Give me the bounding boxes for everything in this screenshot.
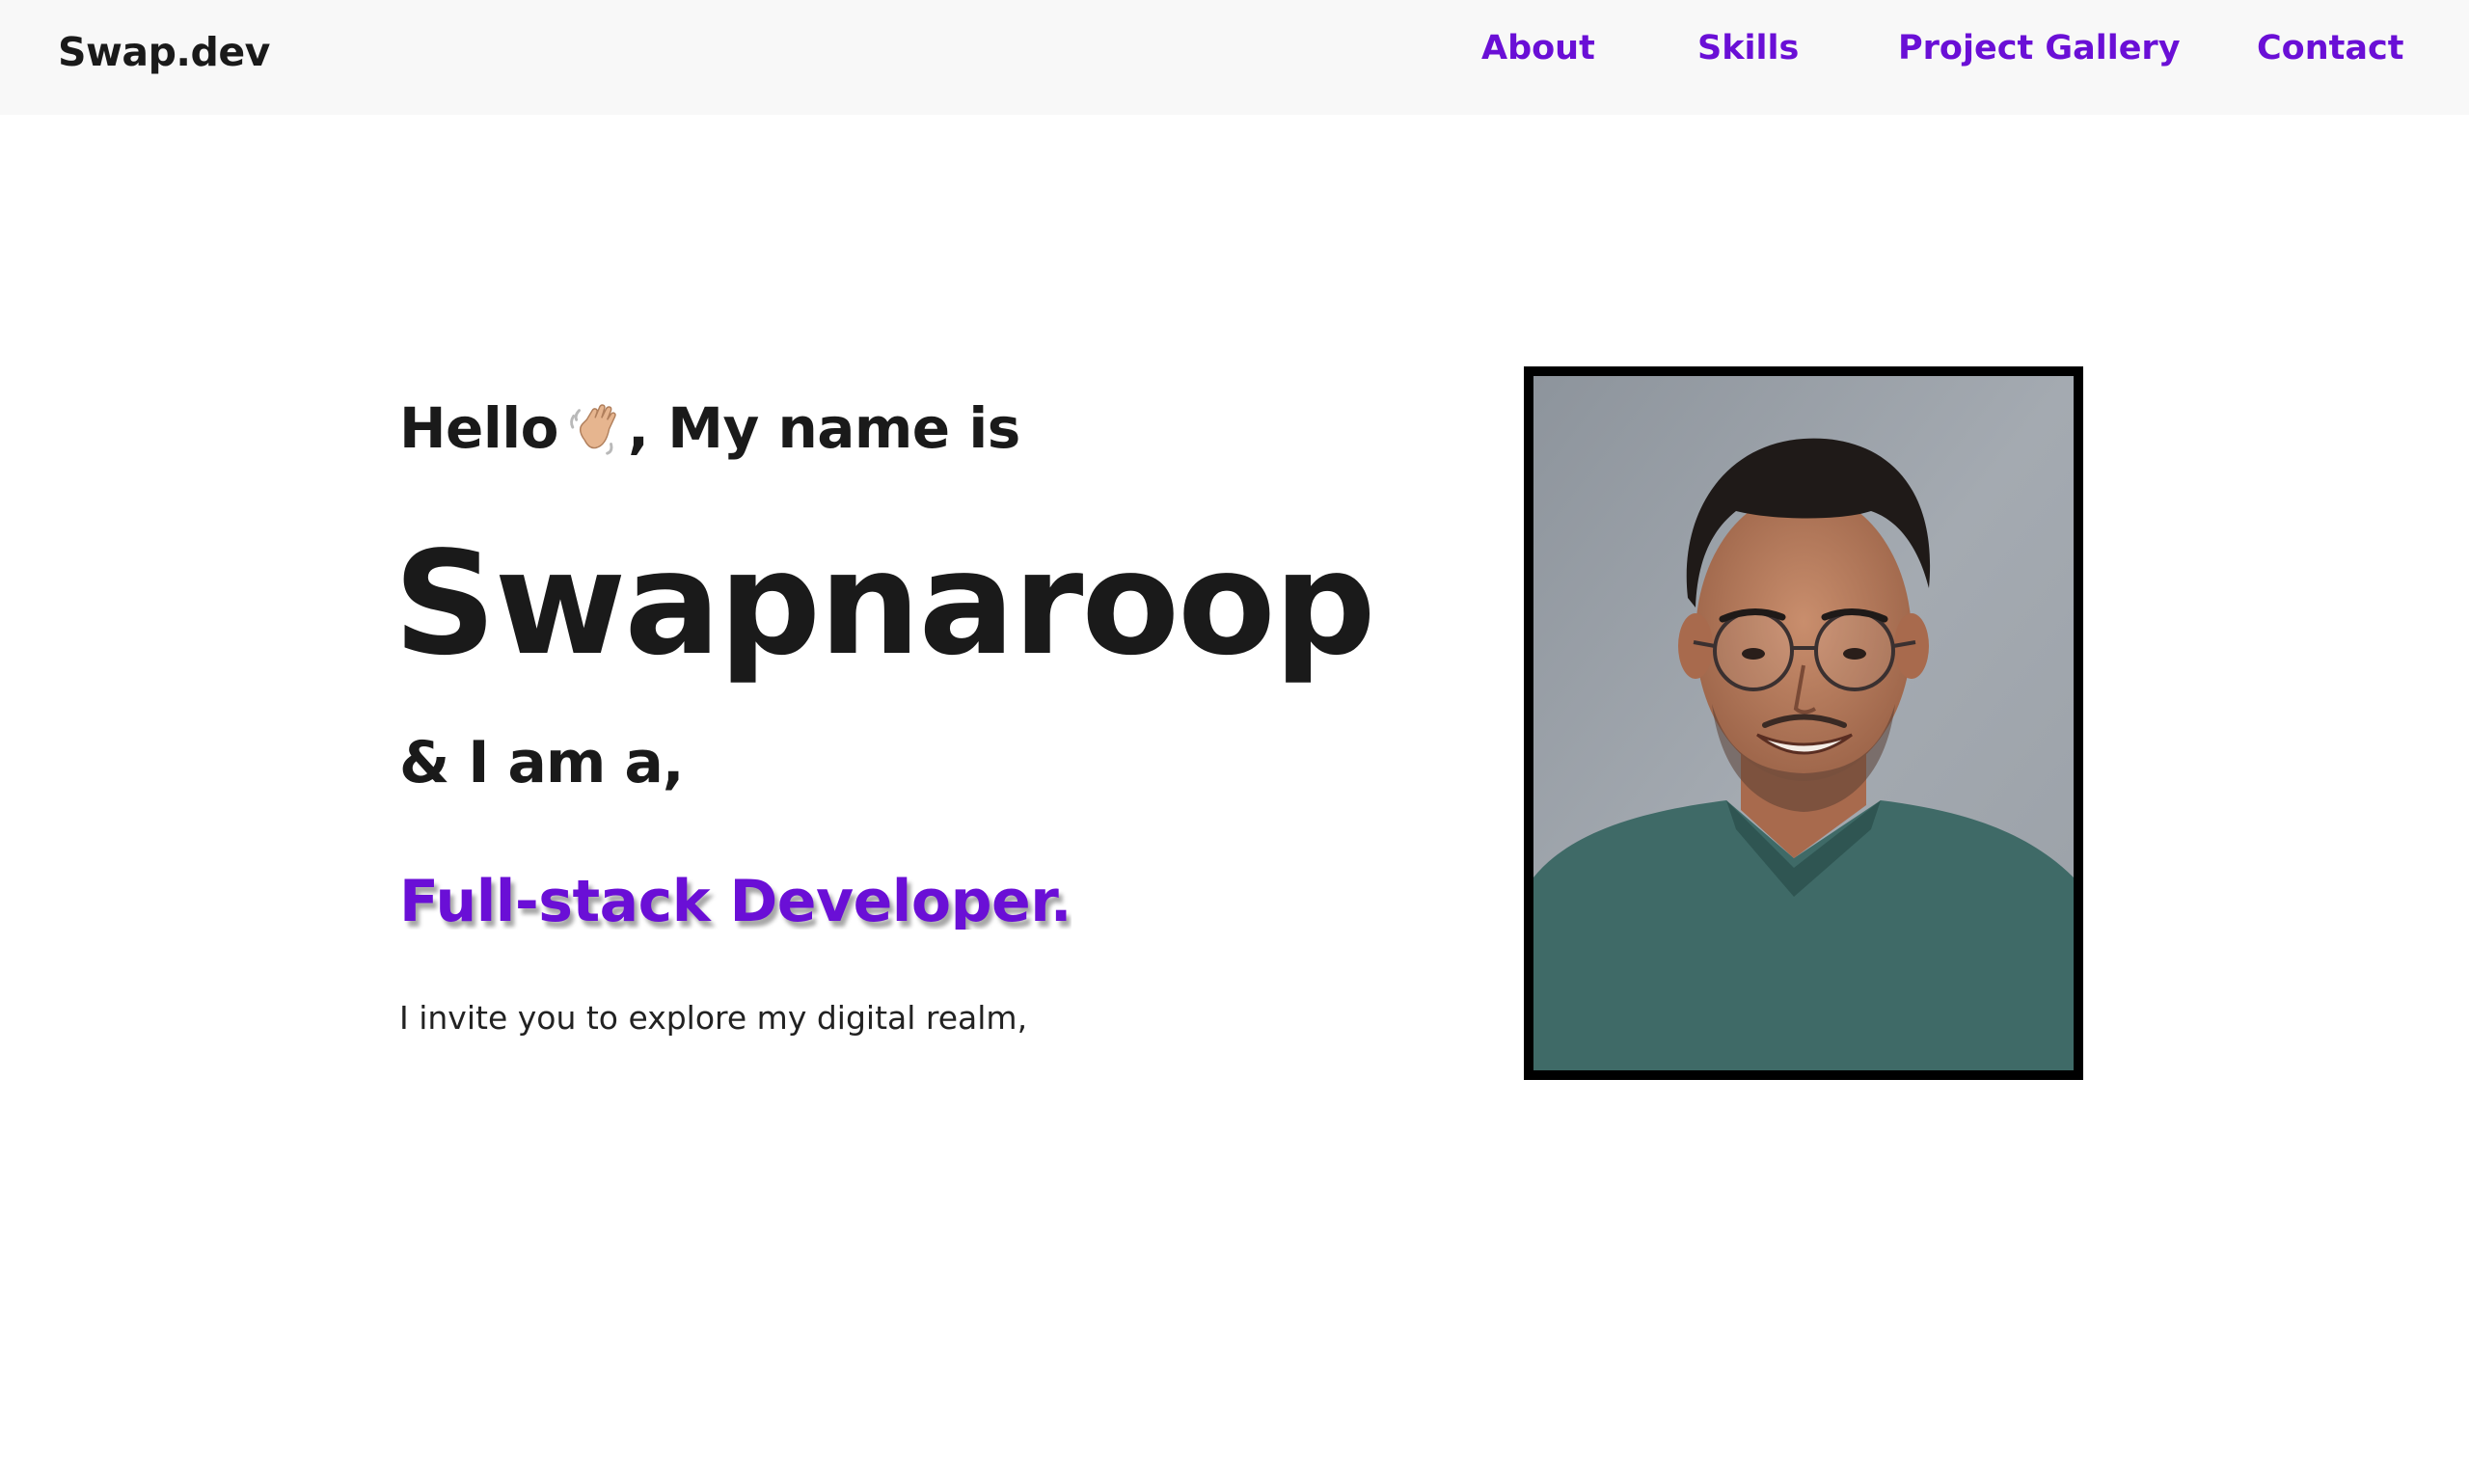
profile-photo: [1533, 376, 2074, 1070]
hero-role: Full-stack Developer.: [399, 868, 1072, 930]
navbar: Swap.dev About Skills Project Gallery Co…: [0, 0, 2469, 115]
nav-link-project-gallery[interactable]: Project Gallery: [1898, 29, 2181, 67]
hero-name: Swapnaroop: [393, 521, 1376, 687]
nav-link-contact[interactable]: Contact: [2257, 29, 2403, 67]
profile-photo-frame: [1524, 366, 2083, 1080]
nav-link-skills[interactable]: Skills: [1697, 29, 1799, 67]
hero-intro: & I am a,: [399, 729, 685, 796]
nav-links: About Skills Project Gallery Contact: [0, 29, 2469, 77]
hero-greeting: Hello , My name is: [399, 395, 1020, 461]
nav-link-about[interactable]: About: [1481, 29, 1595, 67]
hero-invite-text: I invite you to explore my digital realm…: [399, 999, 1028, 1037]
greeting-rest: , My name is: [628, 395, 1020, 461]
greeting-hello: Hello: [399, 395, 559, 461]
waving-hand-icon: [566, 399, 626, 459]
